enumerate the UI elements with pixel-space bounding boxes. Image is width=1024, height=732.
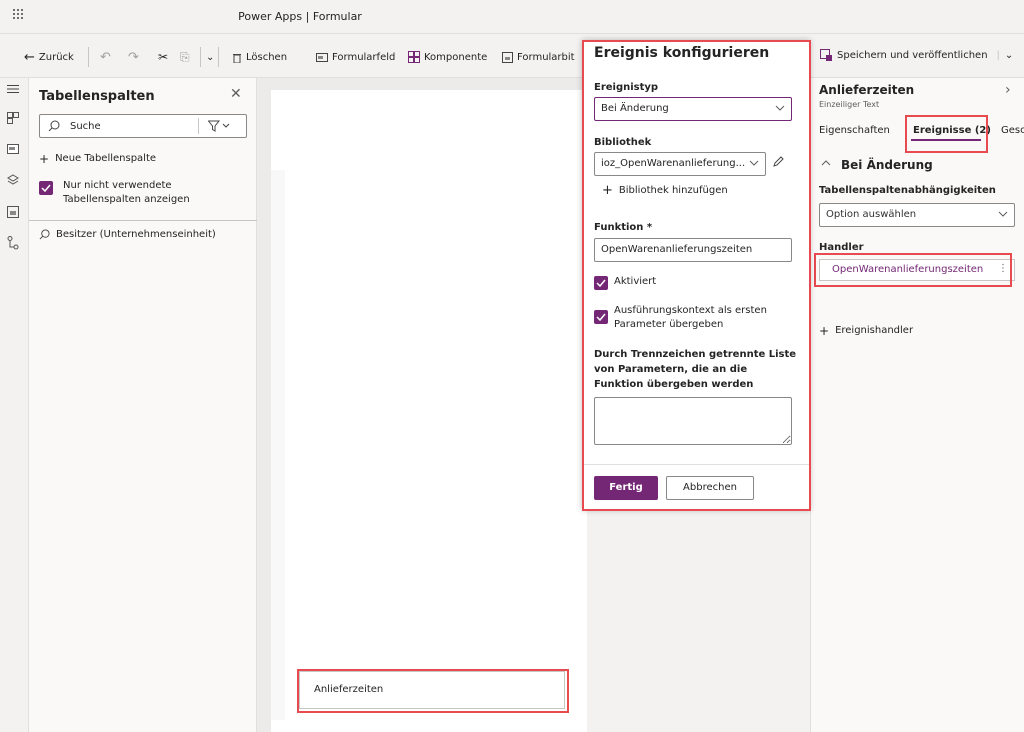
component-icon xyxy=(408,51,420,63)
checkbox-checked-icon[interactable] xyxy=(39,181,53,195)
delete-button[interactable]: Löschen xyxy=(232,49,287,65)
tab-business-rules[interactable]: Gesc xyxy=(1001,125,1024,136)
form-preview xyxy=(271,90,587,732)
field-title: Anlieferzeiten xyxy=(819,83,915,97)
section-on-change[interactable]: Bei Änderung xyxy=(821,158,933,172)
divider xyxy=(200,47,201,67)
highlight-handler xyxy=(814,253,1012,287)
undo-icon[interactable]: ↶ xyxy=(100,49,111,65)
divider xyxy=(218,47,219,67)
column-item-owner[interactable]: Besitzer (Unternehmenseinheit) xyxy=(39,229,216,240)
left-rail xyxy=(0,78,29,732)
search-icon xyxy=(39,229,50,240)
components-icon[interactable] xyxy=(7,112,21,126)
divider xyxy=(88,47,89,67)
redo-icon[interactable]: ↷ xyxy=(128,49,139,65)
paste-icon[interactable]: ⎘ xyxy=(180,49,190,65)
dependencies-select[interactable]: Option auswählen xyxy=(819,203,1015,227)
trash-icon xyxy=(232,52,242,63)
chevron-down-icon xyxy=(998,210,1008,218)
tree-view-icon[interactable] xyxy=(7,236,21,250)
chevron-up-icon xyxy=(821,158,831,172)
divider xyxy=(29,220,257,221)
unused-columns-toggle[interactable]: Nur nicht verwendete Tabellenspalten anz… xyxy=(39,180,190,205)
handler-label: Handler xyxy=(819,242,864,253)
layers-icon[interactable] xyxy=(7,174,21,188)
field-type: Einzeiliger Text xyxy=(819,100,880,109)
chevron-right-icon[interactable]: › xyxy=(1005,82,1011,98)
search-icon xyxy=(48,120,60,132)
table-columns-panel: Tabellenspalten ✕ Suche + Neue Tabellens… xyxy=(29,78,257,732)
menu-icon[interactable] xyxy=(7,84,21,98)
form-canvas: Anlieferzeiten xyxy=(257,78,587,732)
table-columns-icon[interactable] xyxy=(7,144,21,158)
search-input[interactable]: Suche xyxy=(39,114,247,138)
title-bar: Power Apps | Formular xyxy=(0,0,1024,34)
new-column-button[interactable]: + Neue Tabellenspalte xyxy=(39,153,156,165)
close-icon[interactable]: ✕ xyxy=(230,86,242,102)
highlight-field xyxy=(297,669,569,713)
highlight-dialog xyxy=(582,40,811,511)
properties-panel: Anlieferzeiten Einzeiliger Text › Eigens… xyxy=(810,78,1024,732)
command-bar: ← Zurück ↶ ↷ ✂ ⎘ ⌄ Löschen Formularfeld … xyxy=(0,34,1024,78)
library-icon xyxy=(502,51,513,63)
panel-title: Tabellenspalten xyxy=(39,89,155,104)
app-title: Power Apps | Formular xyxy=(238,10,362,23)
save-publish-icon xyxy=(820,49,832,61)
arrow-left-icon: ← xyxy=(24,49,35,65)
highlight-events-tab xyxy=(905,115,988,153)
filter-icon[interactable] xyxy=(208,120,230,132)
dependencies-label: Tabellenspaltenabhängigkeiten xyxy=(819,185,996,196)
form-field-button[interactable]: Formularfeld xyxy=(316,49,395,65)
plus-icon: + xyxy=(39,152,50,166)
save-publish-button[interactable]: Speichern und veröffentlichen | ⌄ xyxy=(820,49,1013,61)
plus-icon: + xyxy=(819,324,830,338)
textfield-icon xyxy=(316,52,328,62)
component-button[interactable]: Komponente xyxy=(408,49,487,65)
form-libraries-icon[interactable] xyxy=(7,206,21,220)
chevron-down-icon[interactable]: ⌄ xyxy=(1005,50,1013,61)
tab-properties[interactable]: Eigenschaften xyxy=(819,125,890,136)
back-button[interactable]: ← Zurück xyxy=(24,49,74,65)
form-library-button[interactable]: Formularbit xyxy=(502,49,575,65)
cut-icon[interactable]: ✂ xyxy=(158,49,168,65)
add-event-handler-button[interactable]: + Ereignishandler xyxy=(819,325,913,337)
chevron-down-icon[interactable]: ⌄ xyxy=(206,49,214,65)
